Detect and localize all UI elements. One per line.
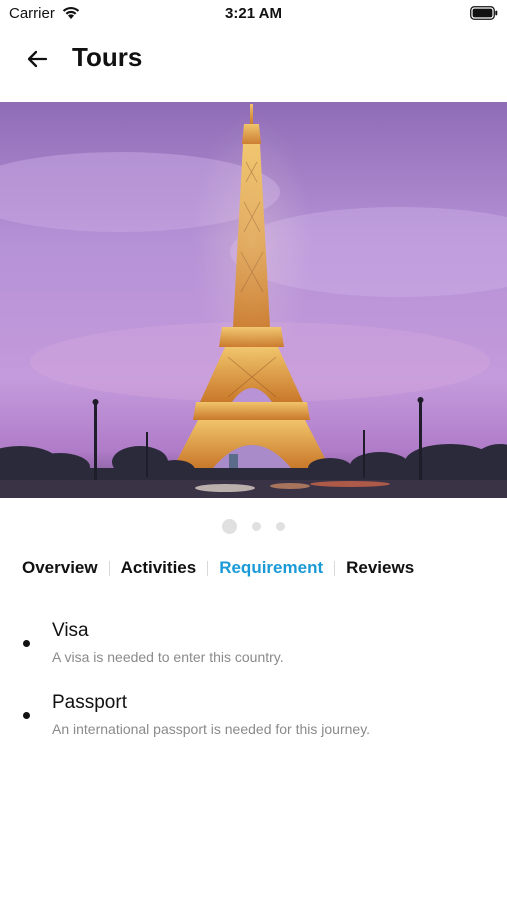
- requirement-description: A visa is needed to enter this country.: [52, 649, 284, 665]
- arrow-left-icon: [27, 50, 48, 68]
- hero-image: [0, 102, 507, 498]
- page-title: Tours: [72, 42, 143, 72]
- tab-bar: Overview Activities Requirement Reviews: [22, 556, 414, 580]
- tab-activities[interactable]: Activities: [121, 558, 197, 578]
- carousel-indicator: [0, 518, 507, 536]
- eiffel-tower-image: [0, 102, 507, 498]
- requirement-title: Passport: [52, 692, 127, 713]
- header: Tours: [0, 28, 507, 100]
- back-button[interactable]: [20, 42, 54, 76]
- tab-divider: [207, 560, 209, 576]
- status-bar: Carrier 3:21 AM: [0, 0, 507, 28]
- list-item: Passport An international passport is ne…: [0, 692, 507, 752]
- bullet-icon: [23, 640, 30, 647]
- tab-requirement[interactable]: Requirement: [219, 558, 323, 578]
- carousel-dot-active[interactable]: [222, 519, 237, 534]
- carousel-dot[interactable]: [252, 522, 261, 531]
- tab-overview[interactable]: Overview: [22, 558, 98, 578]
- bullet-icon: [23, 712, 30, 719]
- tab-reviews[interactable]: Reviews: [346, 558, 414, 578]
- carousel-dot[interactable]: [276, 522, 285, 531]
- requirement-title: Visa: [52, 620, 89, 641]
- tab-divider: [334, 560, 336, 576]
- clock: 3:21 AM: [225, 5, 282, 22]
- requirement-description: An international passport is needed for …: [52, 721, 371, 737]
- battery-icon: [470, 6, 498, 20]
- list-item: Visa A visa is needed to enter this coun…: [0, 620, 507, 680]
- tab-divider: [108, 560, 110, 576]
